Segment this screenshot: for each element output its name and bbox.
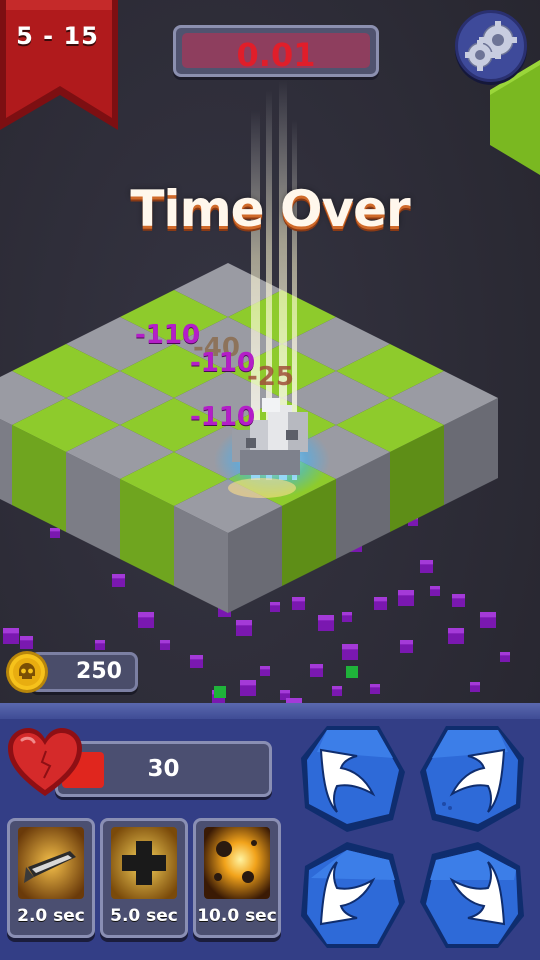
level-indicator: 5 - 15 xyxy=(16,22,99,50)
level-banner xyxy=(0,0,118,130)
voxel-cube-top xyxy=(370,684,380,688)
health-value: 30 xyxy=(147,756,180,782)
move-down-left-button[interactable] xyxy=(297,840,409,952)
timer-value: 0.01 xyxy=(236,36,316,74)
heal-cross-icon xyxy=(111,827,177,899)
game-stage: 5 - 15 0.01 Time Over -110 -40 -110 -25 xyxy=(0,0,540,960)
arrow-up-right-icon xyxy=(420,726,524,832)
voxel-cube-top xyxy=(420,560,433,565)
arrow-down-left-icon xyxy=(301,842,405,948)
arrow-up-left-icon xyxy=(301,726,405,832)
voxel-cube-top xyxy=(95,640,105,644)
voxel-cube-top xyxy=(160,640,170,644)
heart-icon xyxy=(8,728,82,796)
damage-number: -110 xyxy=(135,320,201,350)
timer-display: 0.01 xyxy=(173,25,379,77)
voxel-cube-top xyxy=(332,686,342,690)
voxel-cube-top xyxy=(50,528,60,532)
coin-value: 250 xyxy=(76,659,122,684)
voxel-cube-top xyxy=(190,655,203,660)
health-bar: 30 xyxy=(55,741,272,797)
skull-coin-icon xyxy=(6,651,48,693)
voxel-cube-top xyxy=(500,652,510,656)
explosion-icon xyxy=(204,827,270,899)
move-up-left-button[interactable] xyxy=(297,722,409,834)
voxel-cube-top xyxy=(240,680,256,686)
green-voxel xyxy=(346,666,358,678)
voxel-cube-top xyxy=(260,666,270,670)
voxel-cube-top xyxy=(270,602,280,606)
voxel-cube-top xyxy=(430,586,440,590)
skill-blade-button[interactable]: 2.0 sec xyxy=(7,818,95,938)
voxel-cube-top xyxy=(280,690,290,694)
voxel-cube-top xyxy=(20,636,33,641)
voxel-cube-top xyxy=(138,612,154,618)
skill-explosion-button[interactable]: 10.0 sec xyxy=(193,818,281,938)
time-over-message: Time Over xyxy=(130,180,410,238)
voxel-cube-top xyxy=(398,590,414,596)
voxel-cube-top xyxy=(310,664,323,669)
voxel-cube-top xyxy=(400,640,413,645)
voxel-cube-top xyxy=(112,574,125,579)
voxel-cube-top xyxy=(292,597,305,602)
settings-button[interactable] xyxy=(455,10,527,82)
green-voxel xyxy=(214,686,226,698)
damage-number: -110 xyxy=(190,402,256,432)
voxel-cube-top xyxy=(452,594,465,599)
voxel-cube-top xyxy=(470,682,480,686)
move-down-right-button[interactable] xyxy=(416,840,528,952)
damage-number: -25 xyxy=(247,362,294,392)
arrow-down-right-icon xyxy=(420,842,524,948)
voxel-cube-top xyxy=(342,644,358,650)
blade-strike-icon xyxy=(18,827,84,899)
skill-cooldown-label: 10.0 sec xyxy=(197,906,277,926)
voxel-cube-top xyxy=(236,620,252,626)
skill-cooldown-label: 2.0 sec xyxy=(17,906,85,926)
damage-number: -110 xyxy=(190,348,256,378)
skill-cooldown-label: 5.0 sec xyxy=(110,906,178,926)
voxel-cube-top xyxy=(448,628,464,634)
gears-icon xyxy=(465,21,517,71)
skill-heal-button[interactable]: 5.0 sec xyxy=(100,818,188,938)
voxel-cube-top xyxy=(3,628,19,634)
voxel-cube-top xyxy=(318,615,334,621)
voxel-cube-top xyxy=(342,612,352,616)
voxel-cube-top xyxy=(480,612,496,618)
voxel-cube-top xyxy=(374,597,387,602)
move-up-right-button[interactable] xyxy=(416,722,528,834)
